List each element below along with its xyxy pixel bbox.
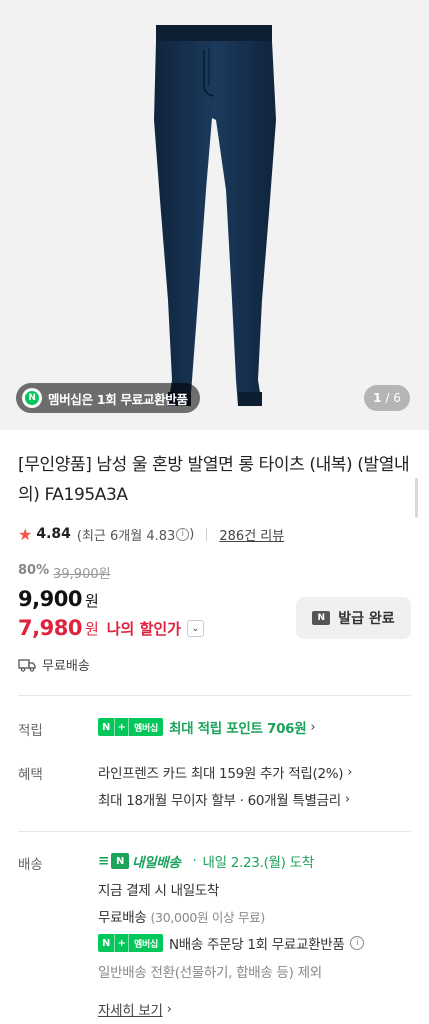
my-price-row[interactable]: 7,980 원 나의 할인가 ⌄ xyxy=(18,616,204,640)
product-title: [무인양품] 남성 울 혼방 발열면 롱 타이츠 (내복) (발열내의) FA1… xyxy=(18,455,410,505)
coupon-label: 발급 완료 xyxy=(338,611,395,627)
nplus-membership-badge: N + 멤버십 xyxy=(98,718,163,736)
free-delivery-label: 무료배송 xyxy=(98,910,147,926)
chevron-down-icon[interactable]: ⌄ xyxy=(186,619,204,637)
speed-lines-icon: ≡ xyxy=(98,853,110,869)
review-count-link[interactable]: 286건 리뷰 xyxy=(219,525,284,544)
star-icon: ★ xyxy=(18,524,33,544)
recent-rating: (최근 6개월 4.83 xyxy=(76,528,176,544)
page-current: 1 xyxy=(373,391,382,405)
card-benefit-text: 라인프렌즈 카드 최대 159원 추가 적립(2%) xyxy=(98,766,344,782)
coupon-issued-button[interactable]: N 발급 완료 xyxy=(296,597,411,639)
free-delivery-condition: (30,000원 이상 무료) xyxy=(150,909,265,925)
my-price-unit: 원 xyxy=(84,619,99,638)
discount-row: 80% 39,900원 xyxy=(18,563,111,582)
info-icon[interactable]: i xyxy=(350,936,365,950)
product-image-gallery[interactable]: N 멤버십은 1회 무료교환반품 1 / 6 xyxy=(0,0,429,430)
tomorrow-delivery-row: ≡ N 내일배송 · 내일 2.23.(월) 도착 xyxy=(98,851,314,871)
rating-score: 4.84 xyxy=(36,526,71,542)
installment-text: 최대 18개월 무이자 할부 · 60개월 특별금리 xyxy=(98,793,341,809)
free-exchange-text: N배송 주문당 1회 무료교환반품 xyxy=(168,937,345,953)
view-details-link[interactable]: 자세히 보기 xyxy=(98,999,163,1019)
scrollbar[interactable] xyxy=(415,478,418,518)
max-points-text: 최대 적립 포인트 706원 xyxy=(168,721,307,737)
free-exchange-row: N + 멤버십 N배송 주문당 1회 무료교환반품 i xyxy=(98,933,365,953)
exception-row: 일반배송 전환(선물하기, 합배송 등) 제외 xyxy=(98,961,322,981)
original-price: 39,900원 xyxy=(53,567,111,582)
naver-membership-icon: N xyxy=(22,388,42,408)
product-image-tights xyxy=(154,25,276,406)
section-divider xyxy=(18,831,411,832)
card-benefit-row[interactable]: 라인프렌즈 카드 최대 159원 추가 적립(2%) › xyxy=(98,762,353,783)
page-total: / 6 xyxy=(385,391,401,405)
sale-price-unit: 원 xyxy=(84,592,99,610)
benefits-label: 혜택 xyxy=(18,767,43,783)
installment-row[interactable]: 최대 18개월 무이자 할부 · 60개월 특별금리 › xyxy=(98,789,350,810)
membership-badge: N 멤버십은 1회 무료교환반품 xyxy=(16,383,200,413)
arrival-date: 내일 2.23.(월) 도착 xyxy=(202,855,315,871)
my-price-label: 나의 할인가 xyxy=(106,619,181,638)
section-divider xyxy=(18,695,411,696)
sale-price-row: 9,900 원 xyxy=(18,587,99,611)
points-label: 적립 xyxy=(18,723,43,739)
rating-row: ★ 4.84 (최근 6개월 4.83 i ) 286건 리뷰 xyxy=(18,524,284,544)
chevron-right-icon: › xyxy=(310,719,316,735)
free-delivery-row: 무료배송 (30,000원 이상 무료) xyxy=(98,906,265,927)
points-row[interactable]: N + 멤버십 최대 적립 포인트 706원 › xyxy=(98,717,316,737)
tomorrow-delivery-logo: ≡ N 내일배송 xyxy=(98,853,181,871)
image-page-counter: 1 / 6 xyxy=(364,385,410,411)
pay-now-text: 지금 결제 시 내일도착 xyxy=(98,883,220,899)
my-discount-price: 7,980 xyxy=(18,616,82,640)
chevron-right-icon: › xyxy=(347,764,353,780)
free-shipping-row: 무료배송 xyxy=(18,655,90,674)
chevron-right-icon: › xyxy=(166,1001,172,1017)
separator-dot: · xyxy=(192,853,197,869)
nplus-membership-badge: N + 멤버십 xyxy=(98,934,163,952)
delivery-label: 배송 xyxy=(18,857,43,873)
info-icon[interactable]: i xyxy=(176,527,190,541)
exception-text: 일반배송 전환(선물하기, 합배송 등) 제외 xyxy=(98,965,322,981)
free-shipping-label: 무료배송 xyxy=(42,659,90,674)
truck-icon xyxy=(18,658,36,672)
membership-badge-text: 멤버십은 1회 무료교환반품 xyxy=(48,391,188,407)
sale-price: 9,900 xyxy=(18,587,82,611)
naver-coupon-icon: N xyxy=(312,611,331,625)
discount-rate: 80% xyxy=(18,563,50,578)
detail-link-row[interactable]: 자세히 보기 › xyxy=(98,999,172,1020)
divider xyxy=(206,527,208,541)
chevron-right-icon: › xyxy=(344,791,350,807)
recent-rating-close: ) xyxy=(189,526,195,542)
pay-now-row: 지금 결제 시 내일도착 xyxy=(98,879,219,899)
